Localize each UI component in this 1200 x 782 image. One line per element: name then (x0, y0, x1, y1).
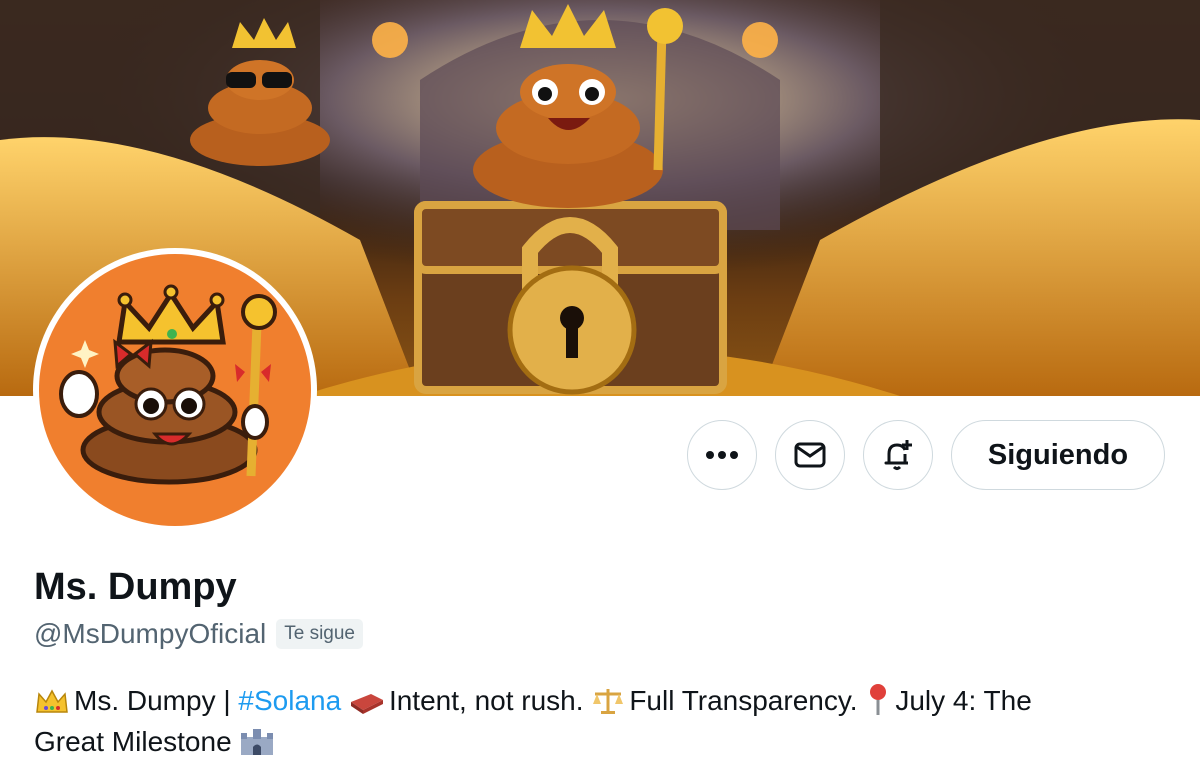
message-button[interactable] (775, 420, 845, 490)
bio-text-5: Great Milestone (34, 726, 232, 757)
notification-bell-icon (884, 440, 912, 470)
brick-emoji (350, 694, 383, 714)
bio-hashtag-link[interactable]: #Solana (238, 685, 341, 716)
more-button[interactable] (687, 420, 757, 490)
crown-emoji (36, 689, 68, 713)
handle-row: @MsDumpyOficial Te sigue (34, 618, 364, 650)
following-button[interactable]: Siguiendo (951, 420, 1165, 490)
scales-emoji (593, 689, 624, 714)
avatar-illustration (59, 284, 277, 485)
profile-display-name: Ms. Dumpy (34, 566, 237, 608)
message-icon (794, 442, 826, 468)
more-icon (706, 451, 738, 459)
bio-text-4: July 4: The (895, 685, 1032, 716)
profile-handle: @MsDumpyOficial (34, 618, 267, 649)
follows-you-badge: Te sigue (276, 619, 364, 649)
bio-text-1: Ms. Dumpy | (74, 685, 239, 716)
pin-emoji (870, 684, 887, 715)
notifications-button[interactable] (863, 420, 933, 490)
bio-text-3: Full Transparency. (629, 685, 858, 716)
profile-avatar[interactable] (33, 248, 317, 532)
bio-text-2: Intent, not rush. (388, 685, 584, 716)
castle-emoji (241, 729, 274, 755)
profile-bio: Ms. Dumpy | #Solana Intent, not rush. Fu… (34, 680, 1174, 762)
